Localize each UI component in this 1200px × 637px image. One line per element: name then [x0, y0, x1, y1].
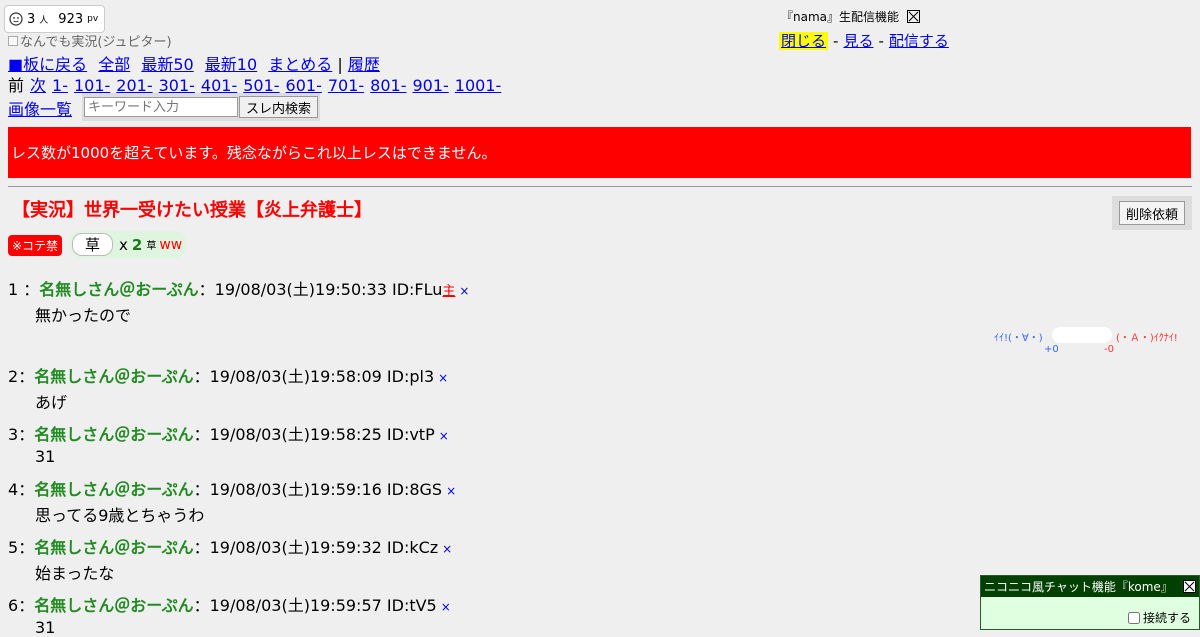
post-body: 無かったので	[35, 306, 132, 325]
delete-post-icon[interactable]: ×	[441, 600, 451, 614]
range-link[interactable]: 901-	[412, 76, 448, 95]
kusa-widget: 草 x 2 草 ww	[70, 231, 187, 258]
post-name: 名無しさん＠おーぷん	[34, 425, 194, 444]
post-date: 19/08/03(土)19:50:33	[214, 280, 387, 299]
kusa-button[interactable]: 草	[72, 233, 114, 256]
board-checkbox-icon	[8, 35, 18, 46]
post-number: 2	[8, 367, 19, 386]
search-box: スレ内検索	[82, 93, 320, 121]
kome-connect[interactable]: 接続する	[1127, 609, 1191, 626]
vote-good-button[interactable]: ｲｲ!(・∀・)	[994, 329, 1043, 344]
delete-post-icon[interactable]: ×	[442, 542, 452, 556]
post-5: 5：名無しさん＠おーぷん：19/08/03(土)19:59:32 ID:kCz ×…	[8, 538, 453, 583]
post-body: 31	[35, 447, 56, 466]
post-id: ID:pl3	[386, 367, 435, 386]
post-2: 2：名無しさん＠おーぷん：19/08/03(土)19:58:09 ID:pl3 ×…	[8, 367, 449, 412]
post-date: 19/08/03(土)19:59:57	[209, 596, 382, 615]
search-input[interactable]	[84, 97, 238, 117]
thread-title: 【実況】世界一受けたい授業【炎上弁護士】	[12, 200, 372, 221]
vote-bar	[1052, 327, 1112, 343]
post-number: 5	[8, 538, 19, 557]
board-name: なんでも実況(ジュピター)	[20, 35, 172, 50]
post-name: 名無しさん＠おーぷん	[34, 480, 194, 499]
pv-count: 923	[58, 11, 84, 27]
post-body: 31	[35, 618, 56, 637]
search-button[interactable]: スレ内検索	[239, 96, 319, 118]
vote-minus-count: -0	[1104, 344, 1114, 355]
post-name: 名無しさん＠おーぷん	[39, 280, 199, 299]
connect-checkbox[interactable]	[1127, 611, 1140, 624]
post-id: ID:kCz	[386, 538, 439, 557]
dash: -	[833, 32, 839, 50]
post-date: 19/08/03(土)19:58:09	[209, 367, 382, 386]
range-link[interactable]: 1001-	[455, 76, 502, 95]
kusa-count: 2	[131, 235, 143, 254]
post-body: 思ってる9歳とちゃうわ	[35, 506, 205, 525]
post-name: 名無しさん＠おーぷん	[34, 538, 194, 557]
post-number: 3	[8, 425, 19, 444]
kome-header: ニコニコ風チャット機能『kome』	[981, 576, 1199, 597]
delete-post-icon[interactable]: ×	[459, 284, 469, 298]
close-icon[interactable]	[1183, 580, 1196, 593]
post-body: あげ	[35, 393, 68, 412]
vote-bad-button[interactable]: (・Ａ・)ｲｸﾅｲ!	[1116, 329, 1178, 344]
post-id: ID:FLu	[391, 280, 443, 299]
nama-title-text: 『nama』生配信機能	[781, 10, 900, 24]
face-icon	[9, 12, 23, 26]
range-link[interactable]: 801-	[370, 76, 406, 95]
post-id: ID:8GS	[386, 480, 443, 499]
vote-widget: ｲｲ!(・∀・) (・Ａ・)ｲｸﾅｲ! +0 -0	[994, 326, 1186, 356]
pv-unit: pv	[87, 14, 99, 24]
post-date: 19/08/03(土)19:59:32	[209, 538, 382, 557]
kome-chat-panel: ニコニコ風チャット機能『kome』 接続する	[980, 575, 1200, 630]
nama-links: 閉じる - 見る - 配信する	[779, 30, 949, 51]
post-name: 名無しさん＠おーぷん	[34, 596, 194, 615]
dash: -	[878, 32, 884, 50]
post-number: 4	[8, 480, 19, 499]
delete-post-icon[interactable]: ×	[438, 371, 448, 385]
post-id: ID:tV5	[386, 596, 437, 615]
post-date: 19/08/03(土)19:58:25	[209, 425, 382, 444]
delete-request-button[interactable]: 削除依頼	[1118, 201, 1185, 225]
post-date: 19/08/03(土)19:59:16	[209, 480, 382, 499]
post-1: 1 ：名無しさん＠おーぷん：19/08/03(土)19:50:33 ID:FLu…	[8, 280, 470, 325]
kusa-small-label: 草	[146, 241, 157, 252]
post-6: 6：名無しさん＠おーぷん：19/08/03(土)19:59:57 ID:tV5 ×…	[8, 596, 451, 637]
kote-ban-badge: ※コテ禁	[8, 235, 63, 256]
viewer-count: 3	[27, 11, 36, 27]
kusa-x: x	[119, 235, 128, 254]
stats-box: 3人 923 pv	[4, 5, 106, 33]
next-link[interactable]: 次	[30, 76, 46, 95]
post-4: 4：名無しさん＠おーぷん：19/08/03(土)19:59:16 ID:8GS ×…	[8, 480, 457, 525]
post-number: 1	[8, 280, 19, 299]
kusa-ww: ww	[159, 236, 183, 253]
owner-mark[interactable]: 主	[442, 284, 455, 299]
range-link[interactable]: 701-	[328, 76, 364, 95]
delete-post-icon[interactable]: ×	[446, 484, 456, 498]
board-note: なんでも実況(ジュピター)	[8, 31, 172, 50]
divider	[8, 186, 1192, 187]
post-number: 6	[8, 596, 19, 615]
close-icon[interactable]	[907, 10, 921, 23]
nama-watch-link[interactable]: 見る	[843, 32, 873, 50]
connect-label: 接続する	[1142, 611, 1191, 625]
post-id: ID:vtP	[386, 425, 435, 444]
nama-title: 『nama』生配信機能	[781, 8, 921, 25]
post-body: 始まったな	[35, 564, 115, 583]
kome-title: ニコニコ風チャット機能『kome』	[984, 580, 1173, 594]
viewer-unit: 人	[39, 15, 49, 26]
delete-request-wrap: 削除依頼	[1112, 196, 1192, 230]
post-3: 3：名無しさん＠おーぷん：19/08/03(土)19:58:25 ID:vtP ×…	[8, 425, 449, 466]
post-name: 名無しさん＠おーぷん	[34, 367, 194, 386]
limit-banner: レス数が1000を超えています。残念ながらこれ以上レスはできません。	[8, 127, 1191, 178]
vote-plus-count: +0	[1044, 344, 1059, 355]
prev-label: 前	[8, 76, 25, 95]
nama-close-link[interactable]: 閉じる	[779, 32, 829, 50]
delete-post-icon[interactable]: ×	[439, 429, 449, 443]
image-list-link[interactable]: 画像一覧	[8, 96, 72, 120]
range-link[interactable]: 1-	[52, 76, 68, 95]
nama-broadcast-link[interactable]: 配信する	[889, 32, 949, 50]
